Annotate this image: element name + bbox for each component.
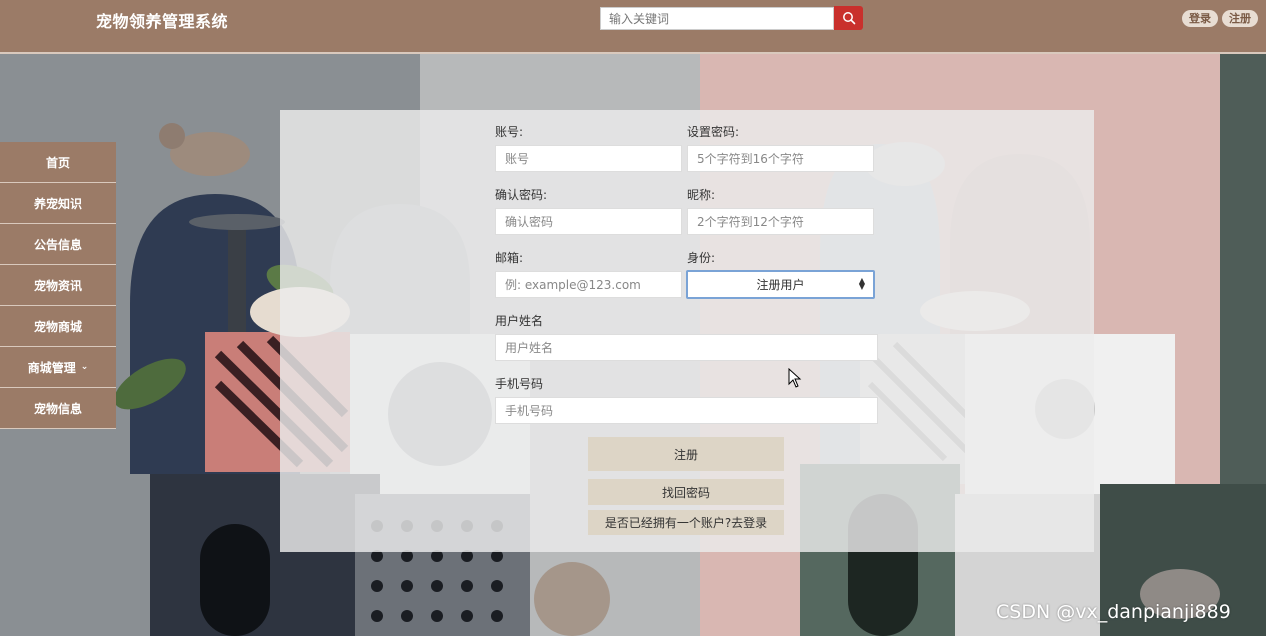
sidebar-item-label: 宠物商城 <box>33 319 82 334</box>
sidebar-item-label: 首页 <box>45 155 70 170</box>
phone-label: 手机号码 <box>495 377 544 391</box>
watermark-text: CSDN @vx_danpianji889 <box>996 601 1231 623</box>
account-label: 账号: <box>495 125 524 139</box>
sidebar: 首页 养宠知识 公告信息 宠物资讯 宠物商城 商城管理 ⌄ 宠物信息 <box>0 142 116 429</box>
email-input[interactable] <box>495 271 682 298</box>
role-select-value: 注册用户 <box>756 278 805 292</box>
sidebar-item-label: 宠物信息 <box>33 401 82 416</box>
sidebar-item-pet-info[interactable]: 宠物信息 <box>0 388 116 429</box>
go-login-button[interactable]: 是否已经拥有一个账户?去登录 <box>588 510 784 535</box>
account-input[interactable] <box>495 145 682 172</box>
username-label: 用户姓名 <box>495 314 544 328</box>
username-input[interactable] <box>495 334 878 361</box>
sidebar-item-pet-knowledge[interactable]: 养宠知识 <box>0 183 116 224</box>
confirm-password-input[interactable] <box>495 208 682 235</box>
sidebar-item-label: 公告信息 <box>33 237 82 252</box>
search-button[interactable] <box>834 6 863 30</box>
confirm-password-label: 确认密码: <box>495 188 548 202</box>
sidebar-item-announcements[interactable]: 公告信息 <box>0 224 116 265</box>
email-label: 邮箱: <box>495 251 524 265</box>
submit-register-button[interactable]: 注册 <box>588 437 784 471</box>
search-input[interactable] <box>600 7 834 30</box>
site-title: 宠物领养管理系统 <box>96 12 229 31</box>
phone-input[interactable] <box>495 397 878 424</box>
sidebar-item-label: 商城管理 <box>27 360 76 375</box>
sidebar-item-home[interactable]: 首页 <box>0 142 116 183</box>
sidebar-item-mall-management[interactable]: 商城管理 ⌄ <box>0 347 116 388</box>
select-arrows-icon: ▲ ▼ <box>858 276 865 291</box>
sidebar-item-label: 宠物资讯 <box>33 278 82 293</box>
role-label: 身份: <box>687 251 716 265</box>
recover-password-button[interactable]: 找回密码 <box>588 479 784 505</box>
role-select[interactable]: 注册用户 ▲ ▼ <box>686 270 875 299</box>
register-button[interactable]: 注册 <box>1222 10 1258 27</box>
search-icon <box>842 12 855 25</box>
sidebar-item-pet-news[interactable]: 宠物资讯 <box>0 265 116 306</box>
register-form-panel: 账号: 设置密码: 确认密码: 昵称: 邮箱: 身份: 注册用户 ▲▼ 用户姓名… <box>280 110 1094 552</box>
password-input[interactable] <box>687 145 874 172</box>
nickname-label: 昵称: <box>687 188 716 202</box>
login-button[interactable]: 登录 <box>1182 10 1218 27</box>
top-header: 宠物领养管理系统 登录 注册 <box>0 0 1266 54</box>
password-label: 设置密码: <box>687 125 740 139</box>
sidebar-item-label: 养宠知识 <box>33 196 82 211</box>
sidebar-item-pet-mall[interactable]: 宠物商城 <box>0 306 116 347</box>
nickname-input[interactable] <box>687 208 874 235</box>
chevron-down-icon: ⌄ <box>80 362 89 372</box>
mouse-cursor-icon <box>788 368 802 388</box>
